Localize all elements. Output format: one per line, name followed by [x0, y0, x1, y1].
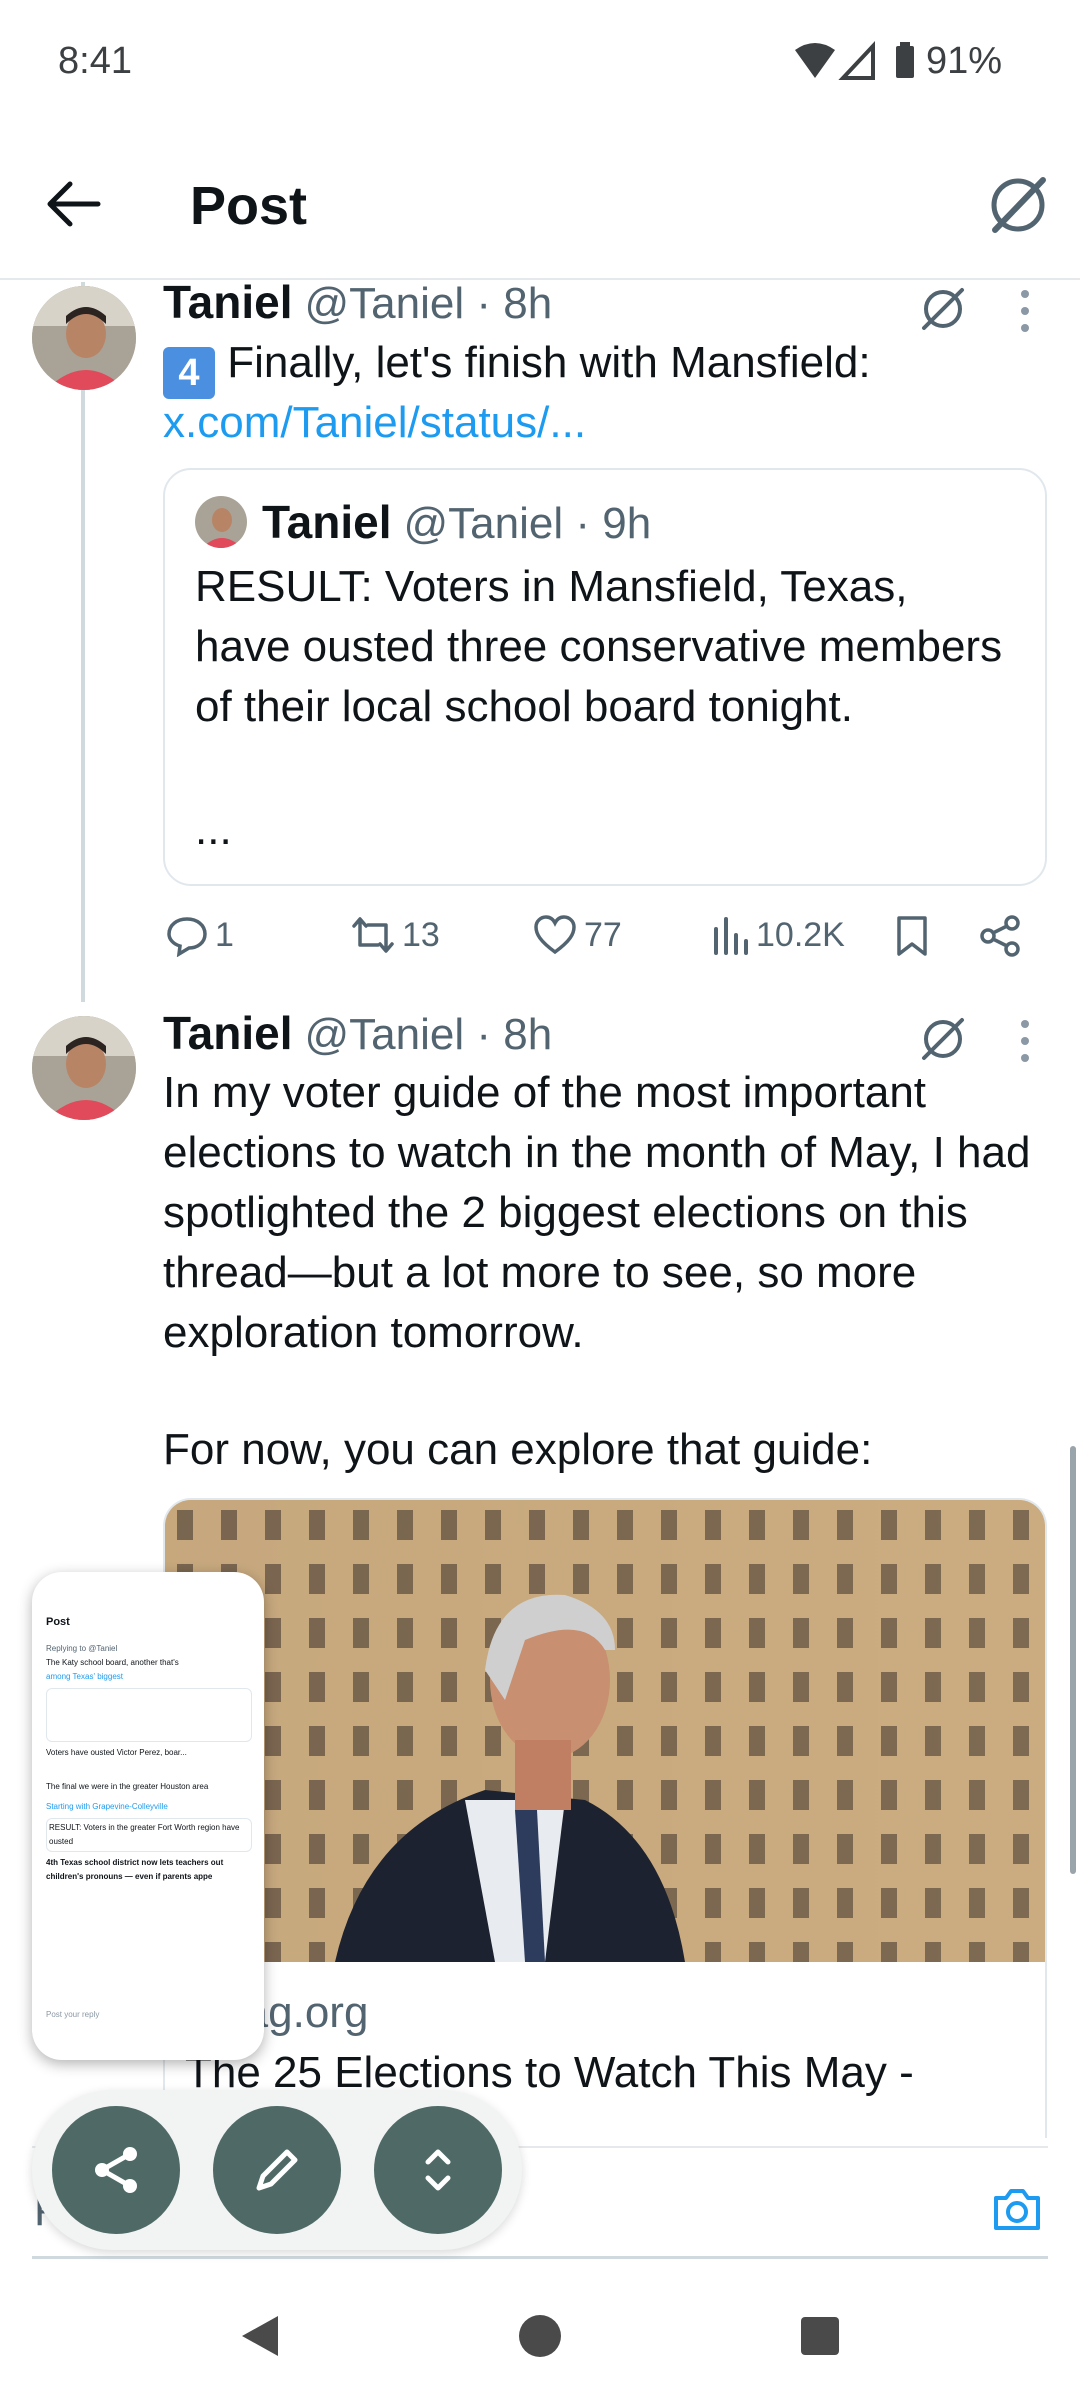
avatar[interactable]: [32, 1016, 136, 1120]
expand-fab[interactable]: [374, 2106, 502, 2234]
battery-percent: 91%: [925, 40, 1002, 82]
card-image: [165, 1500, 1045, 1962]
more-options-icon[interactable]: [1015, 286, 1035, 336]
quote-text: RESULT: Voters in Mansfield, Texas, have…: [195, 562, 1003, 731]
bookmark-icon[interactable]: [893, 914, 931, 963]
quote-author-name: Taniel: [262, 496, 392, 548]
page-title: Post: [190, 176, 308, 236]
author-name[interactable]: Taniel: [163, 1006, 293, 1060]
preview-content: Replying to @Taniel The Katy school boar…: [46, 1642, 252, 1884]
repost-button[interactable]: 13: [350, 913, 440, 957]
tweet-link[interactable]: x.com/Taniel/status/...: [163, 393, 586, 453]
tweet-text-2: For now, you can explore that guide:: [163, 1425, 873, 1474]
more-options-icon[interactable]: [1015, 1016, 1035, 1066]
reply-icon: [167, 917, 207, 957]
battery-icon: [896, 46, 914, 78]
link-card[interactable]: [163, 1498, 1047, 2138]
author-handle: @Taniel · 8h: [304, 279, 553, 328]
reply-underline: [32, 2256, 1048, 2259]
thread-connector: [81, 282, 85, 1002]
status-time: 8:41: [58, 40, 132, 82]
like-count: 77: [584, 915, 622, 954]
tweet-text: In my voter guide of the most important …: [163, 1068, 1031, 1357]
grok-icon[interactable]: [985, 172, 1051, 238]
nav-back-icon[interactable]: [238, 2312, 282, 2365]
screenshot-preview[interactable]: Post Replying to @Taniel The Katy school…: [32, 1572, 264, 2060]
tweet-text: 4 Finally, let's finish with Mansfield:: [163, 333, 1043, 399]
wifi-icon: [795, 43, 835, 78]
nav-recents-icon[interactable]: [800, 2316, 840, 2361]
quote-more: ...: [195, 805, 232, 854]
pencil-icon: [256, 2149, 298, 2191]
camera-icon[interactable]: [990, 2186, 1044, 2239]
grok-icon[interactable]: [918, 284, 968, 334]
author-name[interactable]: Taniel: [163, 275, 293, 329]
quote-avatar: [195, 496, 247, 548]
expand-icon: [425, 2149, 451, 2191]
scrollbar[interactable]: [1070, 1446, 1076, 1874]
back-arrow-icon[interactable]: [44, 176, 104, 232]
grok-icon[interactable]: [918, 1014, 968, 1064]
preview-title: Post: [46, 1616, 70, 1628]
author-handle: @Taniel · 8h: [304, 1010, 553, 1059]
avatar[interactable]: [32, 286, 136, 390]
share-icon[interactable]: [978, 914, 1022, 963]
keycap-four-icon: 4: [163, 347, 215, 399]
repost-count: 13: [402, 915, 440, 954]
repost-icon: [352, 917, 394, 953]
heart-icon: [534, 915, 576, 955]
share-icon: [95, 2147, 137, 2193]
edit-fab[interactable]: [213, 2106, 341, 2234]
preview-reply: Post your reply: [46, 2010, 100, 2019]
quote-author-handle: @Taniel · 9h: [403, 499, 652, 548]
signal-icon: [838, 40, 875, 80]
like-button[interactable]: 77: [532, 913, 622, 957]
reply-button[interactable]: 1: [165, 913, 234, 957]
views-icon: [714, 917, 748, 955]
views-button[interactable]: 10.2K: [710, 913, 845, 957]
share-fab[interactable]: [52, 2106, 180, 2234]
reply-count: 1: [215, 915, 234, 954]
views-count: 10.2K: [756, 915, 845, 954]
nav-home-icon[interactable]: [518, 2314, 562, 2363]
